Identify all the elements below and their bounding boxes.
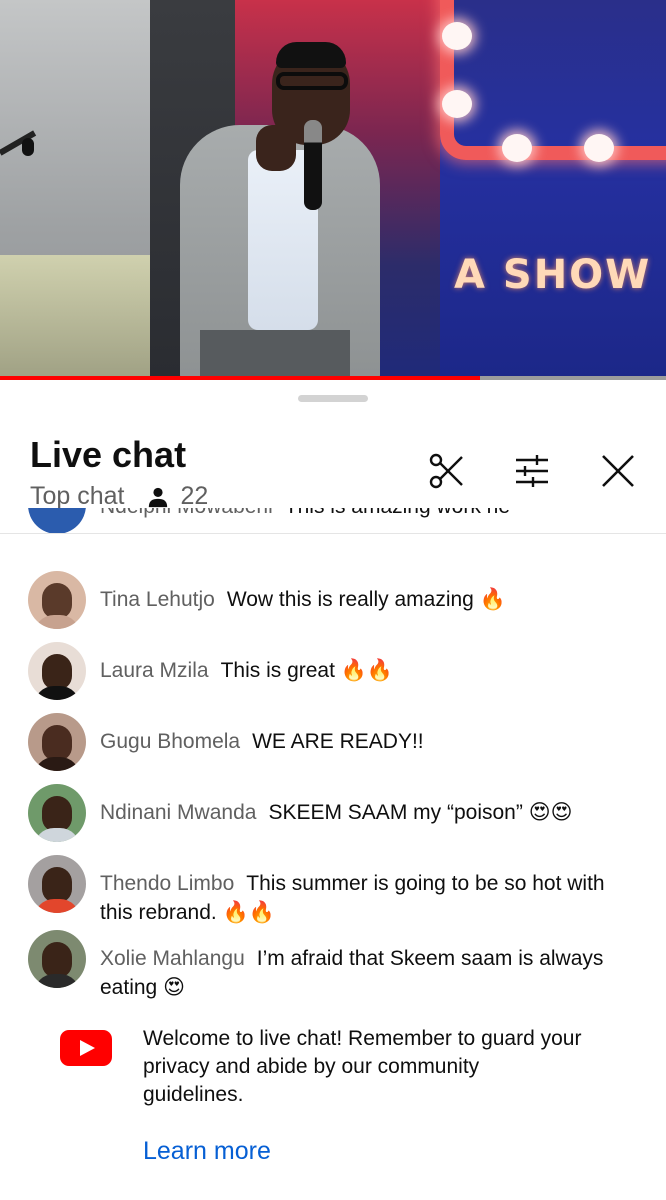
message-author: Ndinani Mwanda (100, 801, 257, 824)
message-author: Ndeiphi Mowabeni (100, 508, 273, 518)
presenter-hand (256, 125, 296, 171)
message-author: Xolie Mahlangu (100, 947, 245, 970)
fire-emoji: 🔥🔥 (340, 658, 394, 682)
presenter-pants (200, 330, 350, 380)
scissors-icon[interactable] (428, 452, 466, 490)
heart-eyes-emoji: 😍😍 (528, 800, 573, 824)
message-body: Xolie Mahlangu I’m afraid that Skeem saam… (100, 930, 640, 1002)
marquee-bulb (442, 90, 472, 118)
chat-message[interactable]: Thendo Limbo This summer is going to be s… (28, 855, 640, 927)
chat-mode-label: Top chat (30, 482, 125, 510)
avatar (28, 642, 86, 700)
message-text: This is great (220, 659, 335, 682)
marquee-bulb (502, 134, 532, 162)
message-author: Gugu Bhomela (100, 730, 241, 753)
drag-handle[interactable] (298, 395, 368, 402)
message-body: Laura Mzila This is great 🔥🔥 (100, 642, 393, 700)
youtube-logo-icon (60, 1030, 112, 1066)
chat-message[interactable]: Ndinani Mwanda SKEEM SAAM my “poison” 😍😍 (28, 784, 640, 842)
presenter-hair (276, 42, 346, 68)
avatar (28, 571, 86, 629)
chat-message[interactable]: Tina Lehutjo Wow this is really amazing 🔥 (28, 571, 640, 629)
mic-stand-head (22, 138, 34, 156)
learn-more-link[interactable]: Learn more (143, 1137, 271, 1166)
message-author: Tina Lehutjo (100, 588, 215, 611)
filter-sliders-icon[interactable] (513, 452, 551, 490)
avatar (28, 855, 86, 913)
chat-message-partial: Ndeiphi Mowabeni This is amazing work ne (28, 508, 640, 534)
message-text: WE ARE READY!! (252, 730, 424, 753)
message-author: Thendo Limbo (100, 872, 235, 895)
message-text: SKEEM SAAM my “poison” (268, 801, 523, 824)
message-body: Ndeiphi Mowabeni This is amazing work ne (100, 508, 510, 534)
avatar (28, 930, 86, 988)
live-chat-panel: Live chat Top chat 22 Ndeiphi Mowabeni Th… (0, 380, 666, 1200)
live-chat-title: Live chat (30, 434, 187, 475)
message-body: Thendo Limbo This summer is going to be s… (100, 855, 640, 927)
presenter-glasses (276, 72, 348, 90)
message-author: Laura Mzila (100, 659, 209, 682)
chat-message[interactable]: Gugu Bhomela WE ARE READY!! (28, 713, 640, 771)
video-player[interactable]: A SHOW (0, 0, 666, 380)
marquee-bulb (584, 134, 614, 162)
heart-eyes-emoji: 😍 (163, 975, 185, 999)
avatar (28, 508, 86, 534)
avatar (28, 784, 86, 842)
viewer-count: 22 (180, 482, 209, 510)
message-body: Gugu Bhomela WE ARE READY!! (100, 713, 424, 771)
close-icon[interactable] (599, 452, 637, 490)
message-text: This is amazing work ne (285, 508, 510, 518)
chat-message[interactable]: Xolie Mahlangu I’m afraid that Skeem saam… (28, 930, 640, 1002)
marquee-sign (440, 0, 666, 160)
podium (0, 255, 150, 380)
welcome-text: Welcome to live chat! Remember to guard … (143, 1027, 582, 1106)
avatar (28, 713, 86, 771)
message-text: Wow this is really amazing (226, 588, 474, 611)
viewers-icon (148, 487, 167, 507)
chat-mode-selector[interactable]: Top chat 22 (30, 482, 208, 511)
marquee-bulb (442, 22, 472, 50)
header-divider (0, 533, 666, 534)
microphone (304, 120, 322, 210)
message-body: Tina Lehutjo Wow this is really amazing 🔥 (100, 571, 506, 629)
banner-text: A SHOW (454, 252, 652, 298)
chat-message[interactable]: Laura Mzila This is great 🔥🔥 (28, 642, 640, 700)
message-body: Ndinani Mwanda SKEEM SAAM my “poison” 😍😍 (100, 784, 572, 842)
fire-emoji: 🔥 (479, 587, 506, 611)
fire-emoji: 🔥🔥 (222, 900, 275, 924)
